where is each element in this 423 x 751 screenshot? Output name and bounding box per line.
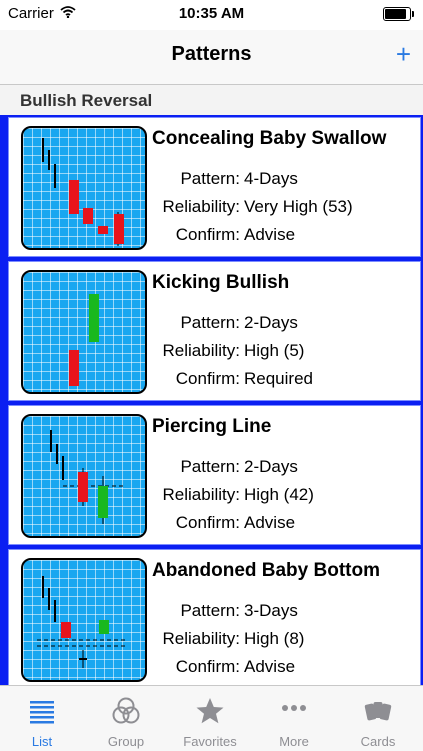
reliability-row: Reliability: High (8) bbox=[152, 629, 305, 649]
pattern-chart-thumbnail bbox=[21, 558, 147, 682]
confirm-label: Confirm: bbox=[175, 657, 240, 676]
tab-group[interactable]: Group bbox=[84, 686, 168, 751]
reliability-value: High (5) bbox=[244, 341, 305, 360]
pattern-row-concealing-baby-swallow[interactable]: Concealing Baby Swallow Pattern: 4-Days R… bbox=[8, 117, 421, 257]
section-header: Bullish Reversal bbox=[0, 85, 423, 116]
confirm-value: Advise bbox=[244, 225, 296, 244]
confirm-label: Confirm: bbox=[175, 225, 240, 244]
status-bar: Carrier 10:35 AM bbox=[0, 0, 423, 30]
pattern-label: Pattern: bbox=[180, 601, 240, 620]
tab-cards[interactable]: Cards bbox=[336, 686, 420, 751]
tab-bar: List Group Favorites More Cards bbox=[0, 685, 423, 751]
pattern-name: Concealing Baby Swallow bbox=[152, 128, 387, 149]
star-icon bbox=[195, 696, 225, 726]
pattern-days-row: Pattern: 2-Days bbox=[152, 313, 298, 333]
reliability-label: Reliability: bbox=[162, 485, 240, 504]
tab-label: Group bbox=[107, 734, 145, 749]
pattern-chart-thumbnail bbox=[21, 270, 147, 394]
pattern-days-value: 4-Days bbox=[244, 169, 298, 188]
pattern-label: Pattern: bbox=[180, 457, 240, 476]
pattern-label: Pattern: bbox=[180, 313, 240, 332]
pattern-days-row: Pattern: 2-Days bbox=[152, 457, 298, 477]
reliability-row: Reliability: High (42) bbox=[152, 485, 314, 505]
pattern-name: Abandoned Baby Bottom bbox=[152, 560, 380, 581]
tab-label: More bbox=[279, 734, 309, 749]
pattern-days-value: 3-Days bbox=[244, 601, 298, 620]
reliability-label: Reliability: bbox=[162, 629, 240, 648]
confirm-row: Confirm: Required bbox=[152, 369, 313, 389]
pattern-label: Pattern: bbox=[180, 169, 240, 188]
reliability-row: Reliability: Very High (53) bbox=[152, 197, 353, 217]
confirm-value: Advise bbox=[244, 657, 296, 676]
pattern-chart-thumbnail bbox=[21, 126, 147, 250]
pattern-name: Kicking Bullish bbox=[152, 272, 290, 293]
reliability-label: Reliability: bbox=[162, 341, 240, 360]
confirm-label: Confirm: bbox=[175, 369, 240, 388]
page-title: Patterns bbox=[171, 43, 252, 65]
group-icon bbox=[111, 696, 141, 726]
pattern-row-piercing-line[interactable]: Piercing Line Pattern: 2-Days Reliability… bbox=[8, 405, 421, 545]
battery-icon bbox=[383, 7, 414, 21]
confirm-row: Confirm: Advise bbox=[152, 225, 295, 245]
tab-list[interactable]: List bbox=[0, 686, 84, 751]
list-icon bbox=[27, 696, 57, 726]
confirm-value: Advise bbox=[244, 513, 296, 532]
confirm-label: Confirm: bbox=[175, 513, 240, 532]
tab-label: Cards bbox=[360, 734, 396, 749]
pattern-name: Piercing Line bbox=[152, 416, 272, 437]
reliability-label: Reliability: bbox=[162, 197, 240, 216]
tab-label: List bbox=[31, 734, 53, 749]
confirm-row: Confirm: Advise bbox=[152, 657, 295, 677]
navigation-bar: Patterns + bbox=[0, 30, 423, 85]
add-button[interactable]: + bbox=[396, 41, 411, 67]
confirm-value: Required bbox=[244, 369, 313, 388]
reliability-value: Very High (53) bbox=[244, 197, 353, 216]
section-title: Bullish Reversal bbox=[20, 91, 153, 110]
reliability-value: High (42) bbox=[244, 485, 314, 504]
battery-level bbox=[385, 9, 406, 19]
pattern-chart-thumbnail bbox=[21, 414, 147, 538]
pattern-days-row: Pattern: 4-Days bbox=[152, 169, 298, 189]
confirm-row: Confirm: Advise bbox=[152, 513, 295, 533]
pattern-row-abandoned-baby-bottom[interactable]: Abandoned Baby Bottom Pattern: 3-Days Rel… bbox=[8, 549, 421, 685]
pattern-days-value: 2-Days bbox=[244, 313, 298, 332]
reliability-row: Reliability: High (5) bbox=[152, 341, 305, 361]
pattern-row-kicking-bullish[interactable]: Kicking Bullish Pattern: 2-Days Reliabili… bbox=[8, 261, 421, 401]
reliability-value: High (8) bbox=[244, 629, 305, 648]
pattern-days-value: 2-Days bbox=[244, 457, 298, 476]
tab-label: Favorites bbox=[183, 734, 237, 749]
tab-more[interactable]: More bbox=[252, 686, 336, 751]
clock: 10:35 AM bbox=[178, 5, 245, 22]
pattern-list[interactable]: Concealing Baby Swallow Pattern: 4-Days R… bbox=[0, 115, 423, 685]
tab-favorites[interactable]: Favorites bbox=[168, 686, 252, 751]
more-icon bbox=[279, 696, 309, 726]
cards-icon bbox=[363, 696, 393, 726]
pattern-days-row: Pattern: 3-Days bbox=[152, 601, 298, 621]
